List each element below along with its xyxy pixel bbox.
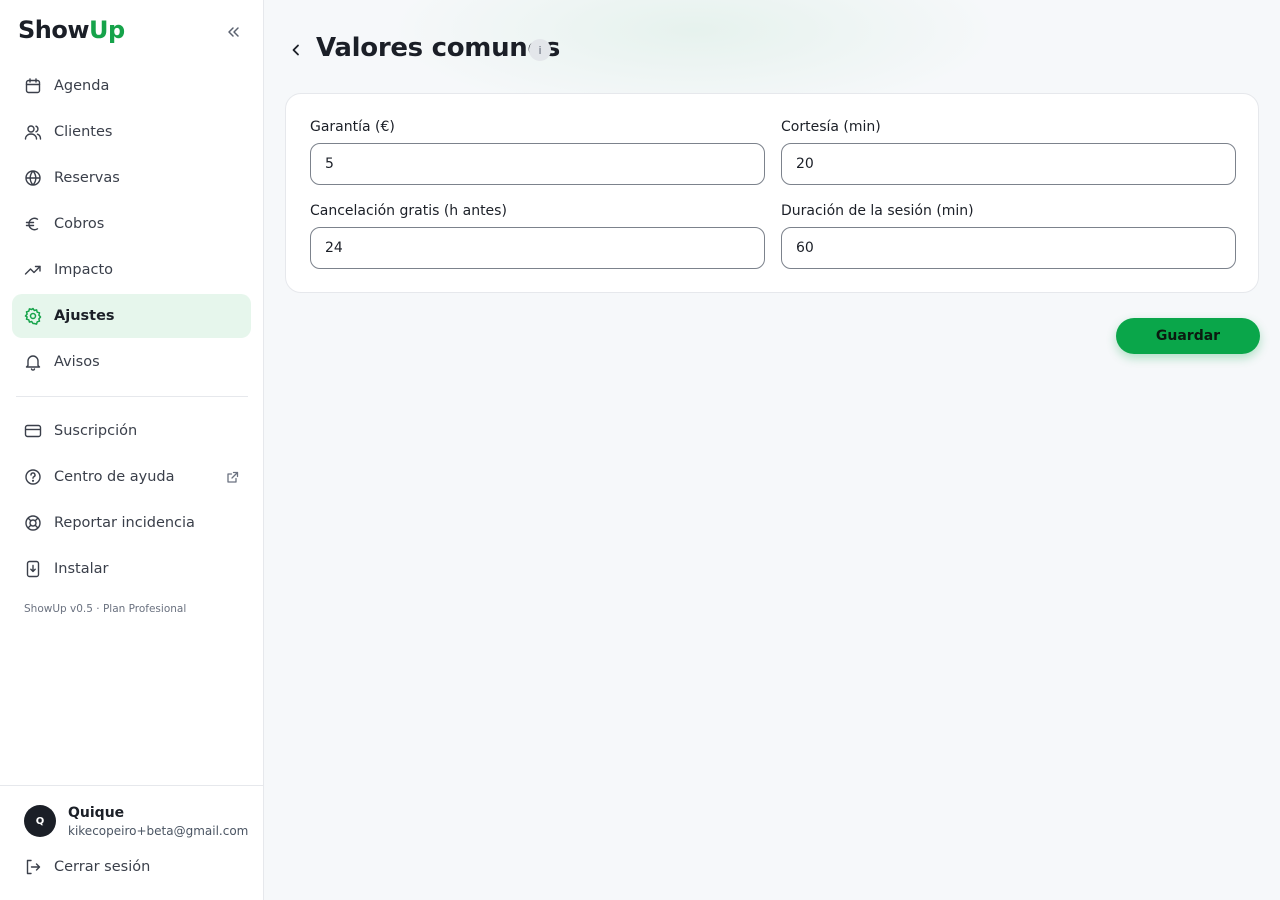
- field-label-cancelacion: Cancelación gratis (h antes): [310, 203, 507, 219]
- sidebar-item-agenda[interactable]: Agenda: [12, 64, 251, 108]
- help-circle-icon: [24, 468, 42, 486]
- sidebar-item-label: Ajustes: [54, 308, 115, 324]
- gear-icon: [24, 307, 42, 325]
- sidebar-item-label: Centro de ayuda: [54, 469, 175, 485]
- sidebar-item-instalar[interactable]: Instalar: [12, 547, 251, 591]
- sidebar-item-impacto[interactable]: Impacto: [12, 248, 251, 292]
- field-label-duracion: Duración de la sesión (min): [781, 203, 974, 219]
- logo-text: Show: [18, 16, 90, 44]
- globe-icon: [24, 169, 42, 187]
- chevrons-left-icon: [228, 27, 239, 37]
- sidebar-item-label: Instalar: [54, 561, 109, 577]
- sidebar-item-cobros[interactable]: Cobros: [12, 202, 251, 246]
- euro-icon: [24, 215, 42, 233]
- sidebar-item-ajustes[interactable]: Ajustes: [12, 294, 251, 338]
- user-email: kikecopeiro+beta@gmail.com: [68, 824, 249, 838]
- avatar[interactable]: Q: [24, 805, 56, 837]
- sidebar-item-suscripcion[interactable]: Suscripción: [12, 409, 251, 453]
- garantia-input[interactable]: [310, 143, 765, 185]
- bell-icon: [24, 353, 42, 371]
- save-button[interactable]: Guardar: [1116, 318, 1260, 354]
- sidebar-item-clientes[interactable]: Clientes: [12, 110, 251, 154]
- settings-card: Garantía (€) Cortesía (min) Cancelación …: [285, 93, 1259, 293]
- logout-icon: [24, 858, 42, 876]
- sidebar-item-reservas[interactable]: Reservas: [12, 156, 251, 200]
- field-label-cortesia: Cortesía (min): [781, 119, 881, 135]
- users-icon: [24, 123, 42, 141]
- duracion-input[interactable]: [781, 227, 1236, 269]
- sidebar-item-label: Avisos: [54, 354, 100, 370]
- logout-button[interactable]: Cerrar sesión: [12, 845, 251, 889]
- version-text: ShowUp v0.5 · Plan Profesional: [24, 603, 187, 615]
- install-icon: [24, 560, 42, 578]
- sidebar-item-label: Reservas: [54, 170, 120, 186]
- sidebar-item-label: Suscripción: [54, 423, 138, 439]
- sidebar-item-label: Impacto: [54, 262, 114, 278]
- back-button[interactable]: [284, 38, 308, 62]
- sidebar-divider: [16, 396, 248, 397]
- sidebar-item-label: Agenda: [54, 78, 110, 94]
- main-nav: Agenda Clientes Reservas Cobros Impacto …: [12, 64, 251, 386]
- collapse-sidebar-button[interactable]: [222, 21, 244, 43]
- calendar-icon: [24, 77, 42, 95]
- logo-accent-text: Up: [89, 16, 125, 44]
- sidebar-item-centro-de-ayuda[interactable]: Centro de ayuda: [12, 455, 251, 499]
- sidebar-item-label: Cobros: [54, 216, 105, 232]
- field-label-garantia: Garantía (€): [310, 119, 395, 135]
- lifebuoy-icon: [24, 514, 42, 532]
- logo[interactable]: ShowUp: [18, 16, 125, 44]
- sidebar-item-reportar-incidencia[interactable]: Reportar incidencia: [12, 501, 251, 545]
- trending-up-icon: [24, 261, 42, 279]
- sidebar: ShowUp Agenda Clientes Reservas Cobros I…: [0, 0, 264, 900]
- secondary-nav: Suscripción Centro de ayuda Reportar inc…: [12, 409, 251, 593]
- sidebar-item-label: Reportar incidencia: [54, 515, 195, 531]
- sidebar-footer: Q Quique kikecopeiro+beta@gmail.com Cerr…: [0, 785, 263, 900]
- cortesia-input[interactable]: [781, 143, 1236, 185]
- credit-card-icon: [24, 422, 42, 440]
- page-title: Valores comunes: [316, 33, 560, 63]
- external-link-icon: [226, 471, 239, 484]
- main-content: Valores comunes i Garantía (€) Cortesía …: [264, 0, 1280, 900]
- info-icon[interactable]: i: [529, 39, 551, 61]
- user-name: Quique: [68, 805, 125, 821]
- sidebar-item-avisos[interactable]: Avisos: [12, 340, 251, 384]
- chevron-left-icon: [292, 44, 299, 56]
- logout-label: Cerrar sesión: [54, 859, 151, 875]
- cancelacion-input[interactable]: [310, 227, 765, 269]
- sidebar-item-label: Clientes: [54, 124, 113, 140]
